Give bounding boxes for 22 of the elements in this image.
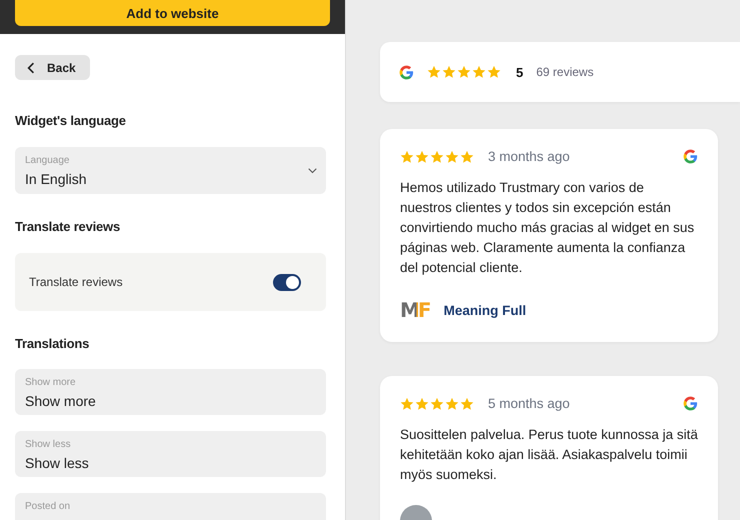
section-heading: Translations: [15, 335, 90, 353]
author-name: Meaning Full: [444, 302, 526, 318]
review-time: 5 months ago: [488, 396, 570, 411]
google-logo-icon: [399, 64, 414, 80]
review-text: Suosittelen palvelua. Perus tuote kunnossa ja sitä kehitetään koko ajan lisää. Asiakaspalvelu toimii myös suomeksi.: [400, 426, 698, 484]
average-rating: 5: [516, 64, 524, 80]
text-field[interactable]: Show more Show more: [15, 369, 326, 415]
section-heading: Translate reviews: [15, 218, 121, 236]
google-logo-icon: [683, 396, 698, 411]
review-time: 3 months ago: [488, 149, 570, 164]
review-text: Hemos utilizado Trustmary con varios de nuestros clientes y todos sin excepción están convirtiendo mucho más gracias al widget en sus páginas web. Claramente aumenta la confianza del potencial cliente.: [400, 179, 696, 277]
language-select[interactable]: Language In English: [15, 147, 326, 194]
google-logo-icon: [683, 149, 698, 164]
chevron-left-icon: [27, 62, 35, 74]
toggle-switch[interactable]: [273, 274, 301, 290]
back-button[interactable]: Back: [15, 55, 90, 80]
chevron-down-icon: [308, 168, 317, 174]
toggle-label: Translate reviews: [29, 275, 123, 289]
review-count: 69 reviews: [536, 65, 594, 79]
add-to-website-button[interactable]: Add to website: [15, 0, 330, 26]
text-field[interactable]: Show less Show less: [15, 431, 326, 477]
section-heading: Widget's language: [15, 112, 127, 130]
